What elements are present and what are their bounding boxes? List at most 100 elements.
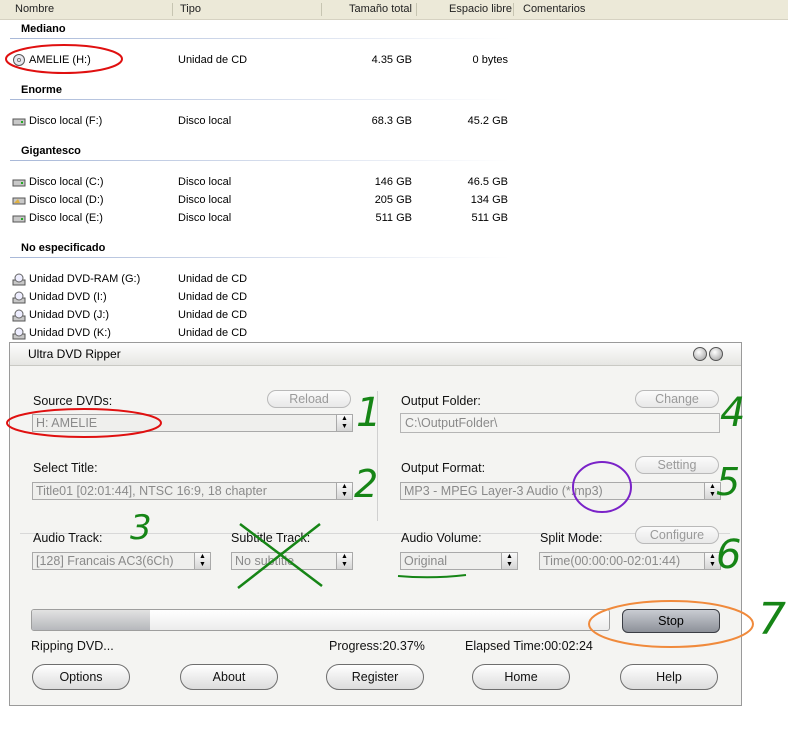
progress-fill	[32, 610, 150, 630]
annotation-number-3: 3	[130, 508, 152, 548]
drive-name[interactable]: Unidad DVD-RAM (G:)	[29, 273, 140, 285]
section-divider	[20, 533, 730, 534]
window-titlebar[interactable]: Ultra DVD Ripper	[10, 343, 741, 366]
drive-type: Disco local	[178, 115, 232, 127]
group-header: Gigantesco	[21, 145, 81, 157]
drive-total: 205 GB	[374, 194, 412, 206]
drive-type: Unidad de CD	[178, 54, 248, 66]
register-button[interactable]: Register	[326, 664, 424, 690]
drive-name[interactable]: Disco local (F:)	[29, 115, 102, 127]
progress-text: Progress:20.37%	[329, 639, 425, 653]
group-header: Enorme	[21, 84, 62, 96]
select-arrow-icon[interactable]: ▲ ▼	[336, 483, 352, 499]
group-divider	[10, 99, 510, 100]
audio-track-select[interactable]: [128] Francais AC3(6Ch) ▲ ▼	[32, 552, 211, 570]
drive-name[interactable]: Disco local (D:)	[29, 194, 104, 206]
drive-type: Unidad de CD	[178, 309, 248, 321]
drive-free: 0 bytes	[472, 54, 508, 66]
select-arrow-icon[interactable]: ▲ ▼	[501, 553, 517, 569]
setting-button[interactable]: Setting	[635, 456, 719, 474]
column-total-size[interactable]: Tamaño total	[349, 0, 412, 19]
minimize-icon[interactable]	[693, 347, 707, 361]
column-name[interactable]: Nombre	[15, 0, 54, 19]
audio-track-label: Audio Track:	[33, 531, 103, 545]
title-value: Title01 [02:01:44], NTSC 16:9, 18 chapte…	[36, 484, 267, 498]
help-button[interactable]: Help	[620, 664, 718, 690]
green-underline-annotation	[397, 574, 467, 579]
column-free-space[interactable]: Espacio libre	[449, 0, 512, 19]
drive-type: Unidad de CD	[178, 273, 248, 285]
group-divider	[10, 38, 510, 39]
close-icon[interactable]	[709, 347, 723, 361]
annotation-number-6: 6	[716, 532, 742, 578]
red-ellipse-annotation	[5, 44, 123, 74]
select-title-label: Select Title:	[33, 461, 98, 475]
drive-type: Disco local	[178, 212, 232, 224]
drive-name[interactable]: Disco local (C:)	[29, 176, 104, 188]
drive-name[interactable]: Unidad DVD (I:)	[29, 291, 107, 303]
reload-button[interactable]: Reload	[267, 390, 351, 408]
column-divider[interactable]	[513, 3, 514, 16]
progress-bar	[31, 609, 610, 631]
column-comments[interactable]: Comentarios	[523, 0, 585, 19]
hard-drive-icon	[12, 195, 26, 206]
drive-name[interactable]: Unidad DVD (K:)	[29, 327, 111, 339]
select-arrow-icon[interactable]: ▲ ▼	[336, 553, 352, 569]
hard-drive-icon	[12, 213, 26, 224]
drive-free: 134 GB	[470, 194, 508, 206]
column-divider[interactable]	[172, 3, 173, 16]
home-button[interactable]: Home	[472, 664, 570, 690]
annotation-number-1: 1	[356, 390, 382, 436]
elapsed-time: Elapsed Time:00:02:24	[465, 639, 593, 653]
column-type[interactable]: Tipo	[180, 0, 201, 19]
title-select[interactable]: Title01 [02:01:44], NTSC 16:9, 18 chapte…	[32, 482, 353, 500]
drive-total: 511 GB	[375, 212, 413, 224]
split-mode-select[interactable]: Time(00:00:00-02:01:44) ▲ ▼	[539, 552, 721, 570]
drive-type: Disco local	[178, 176, 232, 188]
drive-free: 45.2 GB	[467, 115, 508, 127]
column-divider[interactable]	[416, 3, 417, 16]
output-format-select[interactable]: MP3 - MPEG Layer-3 Audio (*.mp3) ▲ ▼	[400, 482, 721, 500]
select-arrow-icon[interactable]: ▲ ▼	[194, 553, 210, 569]
group-header: Mediano	[21, 23, 66, 35]
drive-total: 68.3 GB	[371, 115, 412, 127]
output-folder-label: Output Folder:	[401, 394, 481, 408]
drive-total: 146 GB	[374, 176, 412, 188]
annotation-number-2: 2	[354, 462, 379, 506]
explorer-column-header: Nombre Tipo Tamaño total Espacio libre C…	[0, 0, 788, 20]
group-divider	[10, 257, 510, 258]
window-title: Ultra DVD Ripper	[28, 347, 121, 361]
drive-type: Disco local	[178, 194, 232, 206]
output-format-label: Output Format:	[401, 461, 486, 475]
group-header: No especificado	[21, 242, 106, 254]
drive-name[interactable]: Disco local (E:)	[29, 212, 103, 224]
annotation-number-7: 7	[758, 594, 786, 645]
change-button[interactable]: Change	[635, 390, 719, 408]
hard-drive-icon	[12, 177, 26, 188]
dvd-drive-icon	[12, 327, 26, 340]
select-arrow-icon[interactable]: ▲ ▼	[336, 415, 352, 431]
annotation-number-4: 4	[720, 390, 746, 436]
output-folder-field[interactable]: C:\OutputFolder\	[400, 413, 720, 433]
audio-volume-select[interactable]: Original ▲ ▼	[400, 552, 518, 570]
red-ellipse-annotation	[6, 408, 162, 438]
audio-volume-label: Audio Volume:	[401, 531, 482, 545]
split-mode-value: Time(00:00:00-02:01:44)	[543, 554, 681, 568]
drive-free: 511 GB	[471, 212, 509, 224]
drive-total: 4.35 GB	[371, 54, 412, 66]
audio-track-value: [128] Francais AC3(6Ch)	[36, 554, 174, 568]
dvd-drive-icon	[12, 291, 26, 304]
configure-button[interactable]: Configure	[635, 526, 719, 544]
options-button[interactable]: Options	[32, 664, 130, 690]
dvd-drive-icon	[12, 273, 26, 286]
group-divider	[10, 160, 510, 161]
purple-circle-annotation	[572, 461, 632, 513]
status-text: Ripping DVD...	[31, 639, 114, 653]
drive-free: 46.5 GB	[467, 176, 508, 188]
green-cross-annotation	[237, 523, 323, 589]
drive-name[interactable]: Unidad DVD (J:)	[29, 309, 109, 321]
about-button[interactable]: About	[180, 664, 278, 690]
drive-type: Unidad de CD	[178, 327, 248, 339]
split-mode-label: Split Mode:	[540, 531, 603, 545]
column-divider[interactable]	[321, 3, 322, 16]
